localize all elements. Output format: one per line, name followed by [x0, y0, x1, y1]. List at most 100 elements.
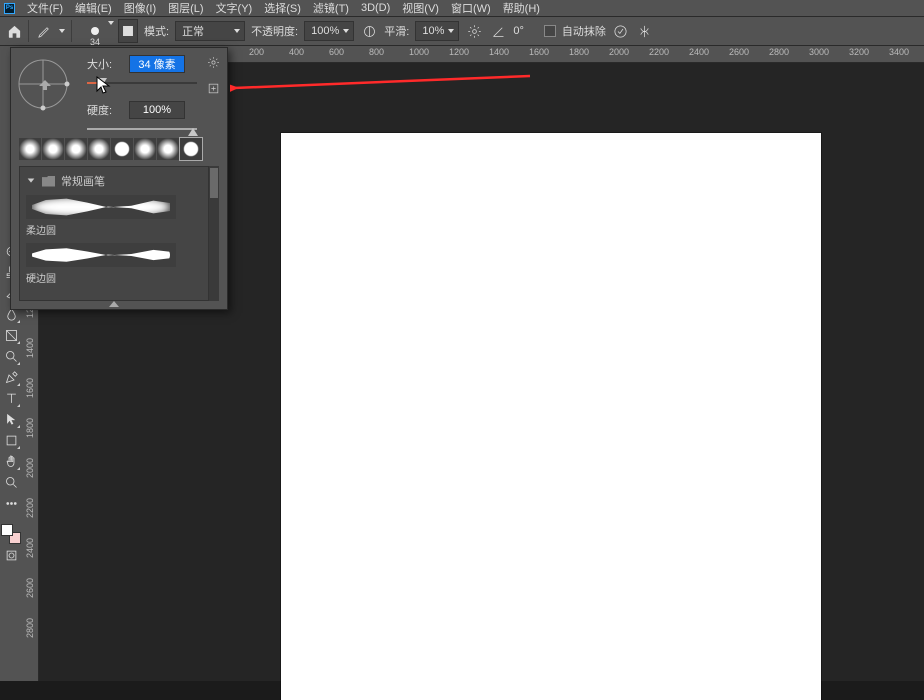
brush-thumb[interactable] [88, 138, 110, 160]
vruler-tick: 1800 [22, 418, 39, 438]
menu-window[interactable]: 窗口(W) [451, 0, 491, 16]
vruler-tick: 1600 [22, 378, 39, 398]
hruler-tick: 3400 [889, 47, 909, 57]
auto-erase-label: 自动抹除 [562, 23, 606, 39]
menu-view[interactable]: 视图(V) [402, 0, 439, 16]
brush-thumb[interactable] [157, 138, 179, 160]
brush-thumb[interactable] [42, 138, 64, 160]
smoothing-options-icon[interactable] [465, 22, 483, 40]
brush-thumb[interactable] [111, 138, 133, 160]
brush-thumb[interactable] [19, 138, 41, 160]
hruler-tick: 600 [329, 47, 344, 57]
brush-preset-hard[interactable] [26, 243, 176, 267]
hruler-tick: 1800 [569, 47, 589, 57]
gradient-tool[interactable] [1, 325, 21, 345]
menu-select[interactable]: 选择(S) [264, 0, 301, 16]
menu-help[interactable]: 帮助(H) [503, 0, 540, 16]
brush-folder-name: 常规画笔 [61, 173, 105, 189]
hruler-tick: 800 [369, 47, 384, 57]
opacity-label: 不透明度: [251, 23, 298, 39]
auto-erase-checkbox[interactable] [544, 25, 556, 37]
opacity-value: 100% [311, 25, 339, 37]
menu-image[interactable]: 图像(I) [124, 0, 156, 16]
quick-mask-toggle[interactable] [1, 545, 21, 565]
hand-tool[interactable] [1, 451, 21, 471]
type-tool[interactable] [1, 388, 21, 408]
pen-tool[interactable] [1, 367, 21, 387]
brush-preset-popup: 大小: 34 像素 硬度: 100% [10, 47, 228, 310]
menu-bar: Ps 文件(F) 编辑(E) 图像(I) 图层(L) 文字(Y) 选择(S) 滤… [0, 0, 924, 16]
toolbar-more[interactable] [1, 493, 21, 513]
blend-mode-value: 正常 [182, 23, 204, 39]
folder-icon [42, 176, 55, 187]
brush-size-slider[interactable] [87, 76, 197, 90]
brush-preset-soft[interactable] [26, 195, 176, 219]
flow-value: 10% [422, 25, 444, 37]
zoom-tool[interactable] [1, 472, 21, 492]
flow-label: 平滑: [384, 23, 409, 39]
hruler-tick: 1400 [489, 47, 509, 57]
brush-list-scrollbar[interactable] [209, 166, 219, 301]
menu-filter[interactable]: 滤镜(T) [313, 0, 349, 16]
blend-mode-select[interactable]: 正常 [175, 21, 245, 41]
opacity-select[interactable]: 100% [304, 21, 354, 41]
opacity-pressure-icon[interactable] [360, 22, 378, 40]
vruler-tick: 1400 [22, 338, 39, 358]
vruler-tick: 2000 [22, 458, 39, 478]
hruler-tick: 200 [249, 47, 264, 57]
hardness-label: 硬度: [87, 102, 121, 118]
home-icon[interactable] [6, 23, 22, 39]
brush-preset-name: 柔边圆 [26, 222, 202, 237]
recent-brushes [19, 138, 202, 160]
hruler-tick: 1200 [449, 47, 469, 57]
size-label: 大小: [87, 56, 121, 72]
angle-value[interactable]: 0° [513, 25, 524, 37]
separator [71, 20, 72, 42]
foreground-color[interactable] [1, 524, 13, 536]
brush-settings-icon[interactable] [205, 54, 221, 70]
hruler-tick: 2600 [729, 47, 749, 57]
vruler-tick: 2800 [22, 618, 39, 638]
flow-select[interactable]: 10% [415, 21, 459, 41]
color-swatches[interactable] [1, 524, 21, 544]
pencil-tool-icon [35, 22, 53, 40]
brush-preset-picker[interactable]: 34 [78, 17, 112, 45]
shape-tool[interactable] [1, 430, 21, 450]
chevron-down-icon[interactable] [59, 29, 65, 33]
new-brush-icon[interactable] [205, 80, 221, 96]
brush-preset-name: 硬边圆 [26, 270, 202, 285]
brush-popup-resize[interactable] [19, 299, 209, 307]
path-select-tool[interactable] [1, 409, 21, 429]
hruler-tick: 2000 [609, 47, 629, 57]
menu-type[interactable]: 文字(Y) [216, 0, 253, 16]
brush-panel-toggle[interactable] [118, 19, 138, 43]
brush-thumb[interactable] [180, 138, 202, 160]
menu-file[interactable]: 文件(F) [27, 0, 63, 16]
brush-size-input[interactable]: 34 像素 [129, 55, 185, 73]
options-bar: 34 模式: 正常 不透明度: 100% 平滑: 10% 0° 自动抹除 [0, 16, 924, 46]
vruler-tick: 2400 [22, 538, 39, 558]
angle-icon [489, 22, 507, 40]
brush-hardness-input[interactable]: 100% [129, 101, 185, 119]
brush-preset-list[interactable]: 常规画笔 柔边圆 硬边圆 [19, 166, 209, 301]
document-canvas[interactable] [281, 133, 821, 700]
app-logo: Ps [4, 3, 15, 14]
separator [28, 20, 29, 42]
hruler-tick: 400 [289, 47, 304, 57]
symmetry-icon[interactable] [636, 22, 654, 40]
brush-thumb[interactable] [65, 138, 87, 160]
hruler-tick: 3200 [849, 47, 869, 57]
menu-edit[interactable]: 编辑(E) [75, 0, 112, 16]
dodge-tool[interactable] [1, 346, 21, 366]
mode-label: 模式: [144, 23, 169, 39]
menu-3d[interactable]: 3D(D) [361, 2, 390, 14]
brush-angle-editor[interactable] [15, 56, 71, 112]
size-pressure-icon[interactable] [612, 22, 630, 40]
brush-hardness-slider[interactable] [87, 122, 197, 136]
menu-layer[interactable]: 图层(L) [168, 0, 203, 16]
vruler-tick: 2600 [22, 578, 39, 598]
brush-folder[interactable]: 常规画笔 [26, 173, 202, 189]
vruler-tick: 2200 [22, 498, 39, 518]
hruler-tick: 1600 [529, 47, 549, 57]
brush-thumb[interactable] [134, 138, 156, 160]
